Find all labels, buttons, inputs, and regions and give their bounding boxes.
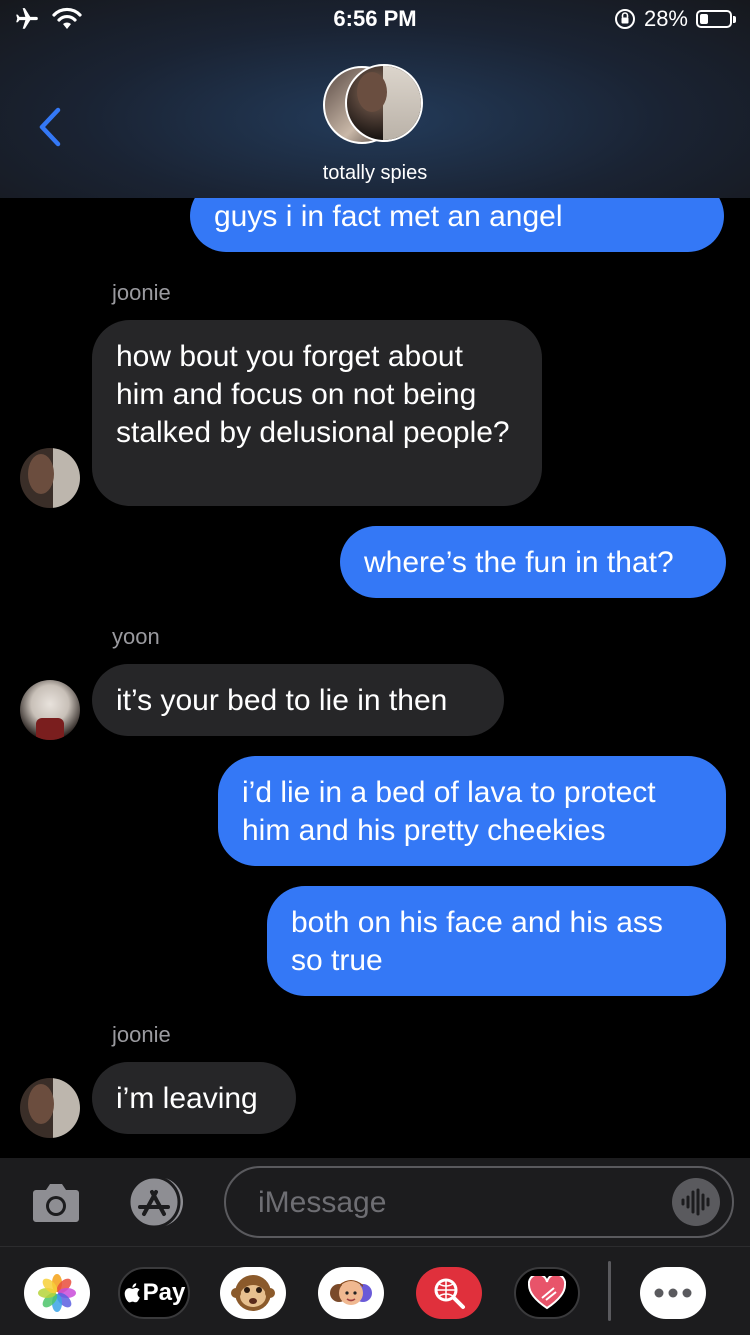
battery-percent: 28% [643,6,688,31]
apple-pay-label: Pay [142,1279,186,1306]
status-bar: 6:56 PM 28% [0,0,750,40]
app-drawer: Pay [0,1246,750,1335]
message-field[interactable] [224,1166,734,1238]
more-apps-icon[interactable] [640,1267,706,1319]
avatar[interactable] [20,1078,80,1138]
battery-icon [696,10,736,28]
audio-message-icon[interactable] [672,1178,720,1226]
composer-bar [0,1158,750,1246]
avatar[interactable] [20,448,80,508]
outgoing-message[interactable]: i’d lie in a bed of lava to protect him … [218,756,726,866]
chat-header: 6:56 PM 28% totally spies [0,0,750,198]
heart-sticker-icon[interactable] [514,1267,580,1319]
drawer-divider [608,1261,611,1321]
group-name[interactable]: totally spies [0,162,750,185]
sender-name: joonie [112,280,171,305]
outgoing-message[interactable]: both on his face and his ass so true [267,886,726,996]
apple-logo-icon [124,1283,140,1303]
camera-icon[interactable] [30,1178,82,1226]
incoming-message[interactable]: it’s your bed to lie in then [92,664,504,736]
outgoing-message[interactable]: guys i in fact met an angel [190,198,724,252]
sender-name: joonie [112,1022,171,1047]
photos-icon[interactable] [24,1267,90,1319]
message-thread[interactable]: guys i in fact met an angel joonie how b… [0,198,750,1158]
member-avatar [345,64,423,142]
memoji-icon[interactable] [318,1267,384,1319]
message-input[interactable] [256,1182,660,1224]
apple-pay-icon[interactable]: Pay [118,1267,190,1319]
sender-name: yoon [112,624,160,649]
incoming-message[interactable]: how bout you forget about him and focus … [92,320,542,506]
outgoing-message[interactable]: where’s the fun in that? [340,526,726,598]
back-chevron-icon[interactable] [30,104,70,150]
search-images-icon[interactable] [416,1267,482,1319]
monkey-memoji-icon[interactable] [220,1267,286,1319]
group-avatar[interactable] [323,64,433,148]
incoming-message[interactable]: i’m leaving [92,1062,296,1134]
orientation-lock-icon [614,9,635,29]
app-store-icon[interactable] [124,1174,190,1230]
avatar[interactable] [20,680,80,740]
